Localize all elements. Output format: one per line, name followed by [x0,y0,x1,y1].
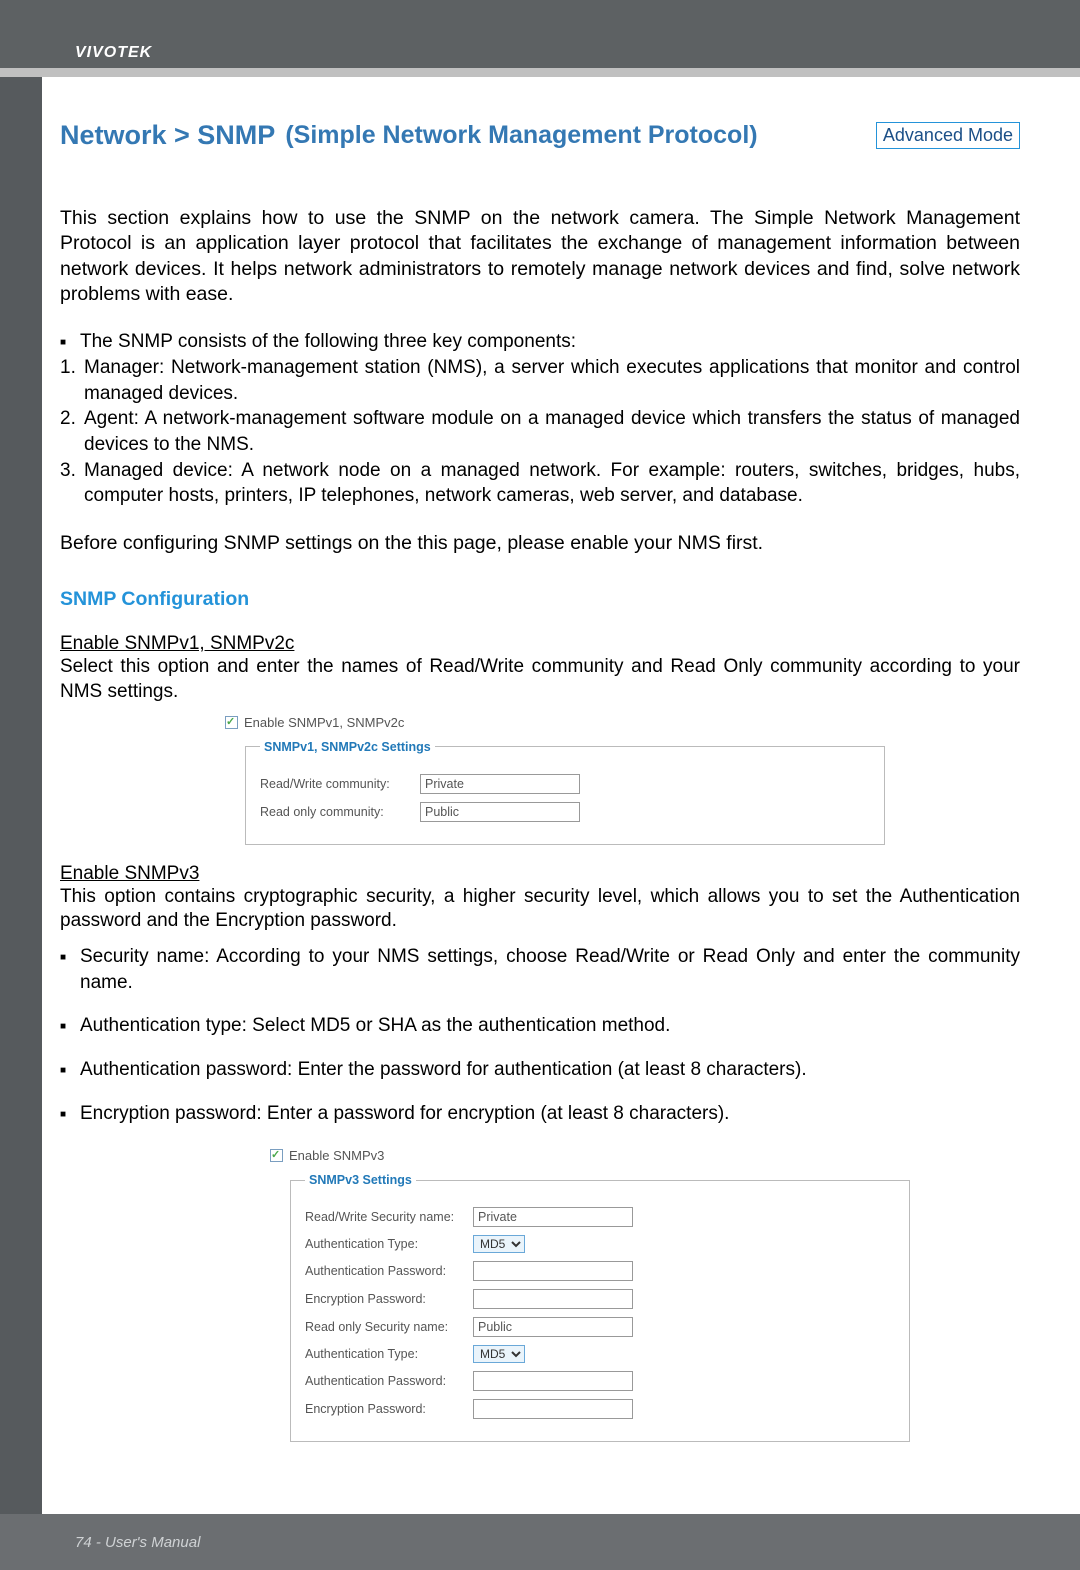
input-ro-community[interactable] [420,802,580,822]
section-snmp-config: SNMP Configuration [60,588,1020,611]
input-rw-community[interactable] [420,774,580,794]
v3-bullet-auth-type: Authentication type: Select MD5 or SHA a… [80,1013,1020,1039]
input-auth-pass-rw[interactable] [473,1261,633,1281]
bullet-square-icon: ■ [60,944,80,995]
component-agent: Agent: A network-management software mod… [84,406,1020,457]
input-enc-pass-rw[interactable] [473,1289,633,1309]
bullet-square-icon: ■ [60,1057,80,1083]
fieldset-v12-settings: SNMPv1, SNMPv2c Settings Read/Write comm… [245,740,885,845]
input-rw-security-name[interactable] [473,1207,633,1227]
label-enc-pass-ro: Encryption Password: [305,1402,473,1416]
list-number: 2. [60,406,84,457]
legend-v12: SNMPv1, SNMPv2c Settings [260,740,435,754]
before-note: Before configuring SNMP settings on the … [60,531,1020,556]
intro-paragraph: This section explains how to use the SNM… [60,206,1020,307]
desc-enable-v3: This option contains cryptographic secur… [60,885,1020,934]
component-device: Managed device: A network node on a mana… [84,458,1020,509]
component-manager: Manager: Network-management station (NMS… [84,355,1020,406]
page-title: Network > SNMP [60,120,275,151]
checkbox-enable-v3[interactable] [270,1149,283,1162]
footer-text: 74 - User's Manual [75,1534,200,1551]
panel-snmpv3: Enable SNMPv3 SNMPv3 Settings Read/Write… [270,1148,910,1442]
label-enc-pass-rw: Encryption Password: [305,1292,473,1306]
checkbox-enable-v3-label: Enable SNMPv3 [289,1148,384,1163]
bullet-square-icon: ■ [60,1101,80,1127]
label-ro-security-name: Read only Security name: [305,1320,473,1334]
input-auth-pass-ro[interactable] [473,1371,633,1391]
legend-v3: SNMPv3 Settings [305,1173,416,1187]
heading-enable-v3: Enable SNMPv3 [60,863,199,884]
heading-enable-v12: Enable SNMPv1, SNMPv2c [60,633,294,654]
select-auth-type-rw[interactable]: MD5 [473,1235,525,1253]
page-footer: 74 - User's Manual [0,1514,1080,1570]
label-ro-community: Read only community: [260,805,420,819]
bullet-square-icon: ■ [60,1013,80,1039]
label-auth-pass-rw: Authentication Password: [305,1264,473,1278]
v3-bullet-security-name: Security name: According to your NMS set… [80,944,1020,995]
bullet-square-icon: ■ [60,329,80,355]
list-number: 1. [60,355,84,406]
label-auth-type-ro: Authentication Type: [305,1347,473,1361]
label-rw-community: Read/Write community: [260,777,420,791]
fieldset-v3-settings: SNMPv3 Settings Read/Write Security name… [290,1173,910,1442]
desc-enable-v12: Select this option and enter the names o… [60,655,1020,704]
v3-bullet-auth-pass: Authentication password: Enter the passw… [80,1057,1020,1083]
advanced-mode-badge: Advanced Mode [876,122,1020,149]
checkbox-enable-v12-label: Enable SNMPv1, SNMPv2c [244,715,404,730]
input-ro-security-name[interactable] [473,1317,633,1337]
select-auth-type-ro[interactable]: MD5 [473,1345,525,1363]
list-number: 3. [60,458,84,509]
components-intro: The SNMP consists of the following three… [80,329,1020,355]
label-auth-pass-ro: Authentication Password: [305,1374,473,1388]
brand-logo: VIVOTEK [75,44,152,61]
input-enc-pass-ro[interactable] [473,1399,633,1419]
page-subtitle: (Simple Network Management Protocol) [285,121,757,150]
label-rw-security-name: Read/Write Security name: [305,1210,473,1224]
v3-bullet-enc-pass: Encryption password: Enter a password fo… [80,1101,1020,1127]
label-auth-type-rw: Authentication Type: [305,1237,473,1251]
page-title-row: Network > SNMP (Simple Network Managemen… [60,120,1020,151]
panel-snmpv12: Enable SNMPv1, SNMPv2c SNMPv1, SNMPv2c S… [225,715,885,845]
checkbox-enable-v12[interactable] [225,716,238,729]
